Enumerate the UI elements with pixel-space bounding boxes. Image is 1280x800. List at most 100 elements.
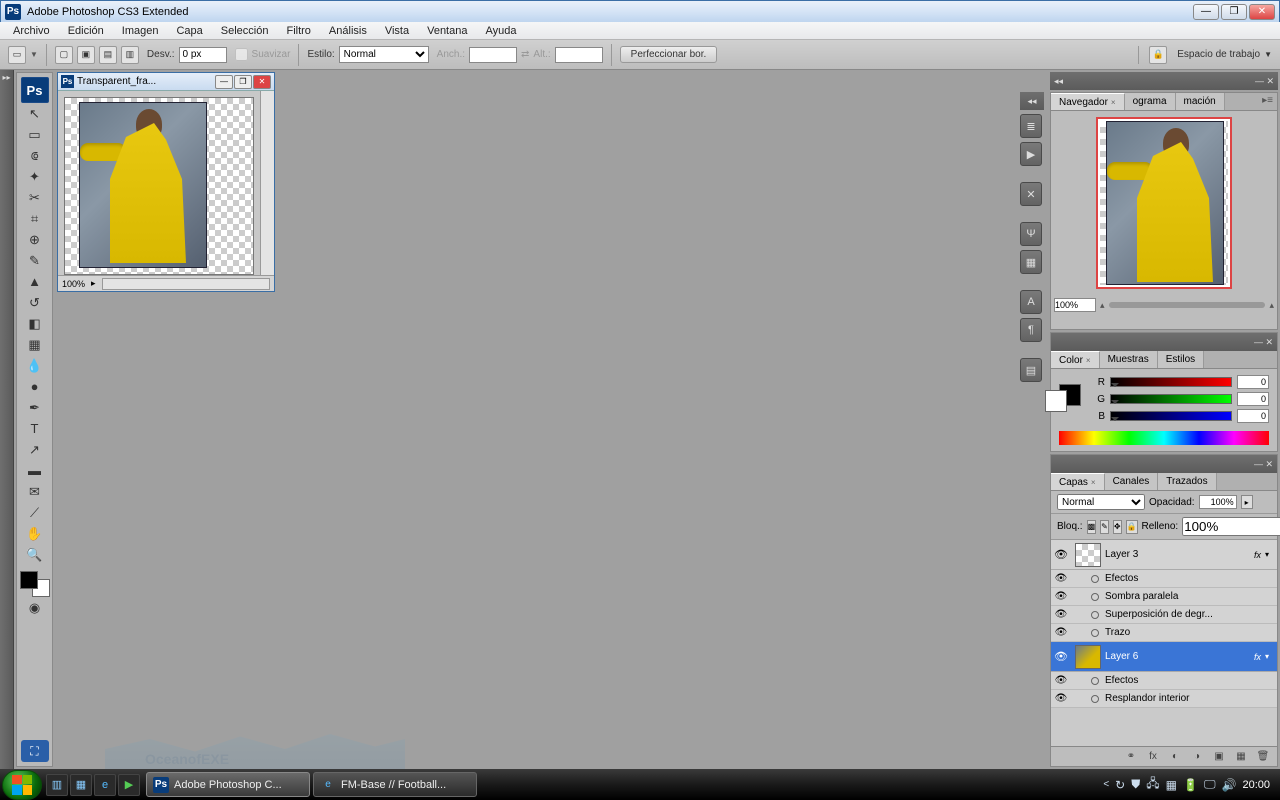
layer-mask-icon[interactable]: ◐ bbox=[1167, 750, 1183, 764]
new-layer-icon[interactable]: ▦ bbox=[1233, 750, 1249, 764]
fill-input[interactable] bbox=[1182, 517, 1280, 536]
tray-app-icon[interactable]: ▦ bbox=[1166, 778, 1177, 792]
tray-display-icon[interactable]: 🖵 bbox=[1204, 777, 1216, 792]
refine-edge-button[interactable]: Perfeccionar bor. bbox=[620, 46, 718, 63]
tab-color[interactable]: Color× bbox=[1051, 351, 1100, 368]
effect-row[interactable]: 👁Efectos bbox=[1051, 570, 1277, 588]
switch-windows-icon[interactable]: ▦ bbox=[70, 774, 92, 796]
lock-workspace-icon[interactable]: 🔒 bbox=[1149, 46, 1167, 64]
tab-info[interactable]: mación bbox=[1176, 93, 1225, 110]
dodge-tool-icon[interactable]: ● bbox=[21, 376, 49, 397]
vertical-scrollbar[interactable] bbox=[260, 91, 274, 275]
dropdown-icon[interactable]: ▼ bbox=[30, 50, 38, 59]
b-slider[interactable] bbox=[1110, 411, 1232, 421]
effect-row[interactable]: 👁Sombra paralela bbox=[1051, 588, 1277, 606]
layer-thumbnail[interactable] bbox=[1075, 645, 1101, 669]
history-brush-tool-icon[interactable]: ↺ bbox=[21, 292, 49, 313]
menu-filtro[interactable]: Filtro bbox=[279, 24, 317, 38]
menu-archivo[interactable]: Archivo bbox=[6, 24, 57, 38]
tool-presets-panel-icon[interactable]: ✕ bbox=[1020, 182, 1042, 206]
tray-volume-icon[interactable]: 🔊 bbox=[1222, 778, 1237, 792]
maximize-button[interactable]: ❐ bbox=[1221, 4, 1247, 20]
visibility-toggle-icon[interactable]: 👁 bbox=[1051, 609, 1071, 620]
tray-expand-icon[interactable]: < bbox=[1103, 779, 1109, 790]
taskbar-app-photoshop[interactable]: Ps Adobe Photoshop C... bbox=[146, 772, 310, 797]
visibility-toggle-icon[interactable]: 👁 bbox=[1051, 675, 1071, 686]
stamp-tool-icon[interactable]: ▲ bbox=[21, 271, 49, 292]
close-button[interactable]: ✕ bbox=[1249, 4, 1275, 20]
healing-brush-tool-icon[interactable]: ⊕ bbox=[21, 229, 49, 250]
visibility-toggle-icon[interactable]: 👁 bbox=[1051, 573, 1071, 584]
feather-input[interactable] bbox=[179, 47, 227, 63]
crop-tool-icon[interactable]: ✂ bbox=[21, 187, 49, 208]
menu-vista[interactable]: Vista bbox=[378, 24, 416, 38]
zoom-out-icon[interactable]: ▴ bbox=[1100, 300, 1105, 311]
tab-channels[interactable]: Canales bbox=[1105, 473, 1159, 490]
minimize-button[interactable]: — bbox=[1193, 4, 1219, 20]
effect-row[interactable]: 👁Efectos bbox=[1051, 672, 1277, 690]
actions-panel-icon[interactable]: ▶ bbox=[1020, 142, 1042, 166]
eyedropper-tool-icon[interactable]: ⟋ bbox=[21, 502, 49, 523]
magic-wand-tool-icon[interactable]: ✦ bbox=[21, 166, 49, 187]
pen-tool-icon[interactable]: ✒ bbox=[21, 397, 49, 418]
tab-swatches[interactable]: Muestras bbox=[1100, 351, 1158, 368]
tab-histogram[interactable]: ograma bbox=[1125, 93, 1176, 110]
effect-row[interactable]: 👁Trazo bbox=[1051, 624, 1277, 642]
eraser-tool-icon[interactable]: ◧ bbox=[21, 313, 49, 334]
character-panel-icon[interactable]: A bbox=[1020, 290, 1042, 314]
menu-capa[interactable]: Capa bbox=[169, 24, 209, 38]
info-icon[interactable]: ▸ bbox=[91, 278, 96, 289]
layer-row[interactable]: 👁 Layer 3 fx ▾ bbox=[1051, 540, 1277, 570]
new-group-icon[interactable]: ▣ bbox=[1211, 750, 1227, 764]
r-slider[interactable] bbox=[1110, 377, 1232, 387]
link-layers-icon[interactable]: ⚭ bbox=[1123, 750, 1139, 764]
layer-thumbnail[interactable] bbox=[1075, 543, 1101, 567]
toolbox-dock-tab[interactable]: ▸▸ bbox=[0, 70, 14, 769]
visibility-toggle-icon[interactable]: 👁 bbox=[1051, 627, 1071, 638]
menu-analisis[interactable]: Análisis bbox=[322, 24, 374, 38]
tab-navigator[interactable]: Navegador× bbox=[1051, 93, 1125, 110]
quickmask-tool-icon[interactable]: ◉ bbox=[21, 597, 49, 618]
g-slider[interactable] bbox=[1110, 394, 1232, 404]
history-panel-icon[interactable]: ≣ bbox=[1020, 114, 1042, 138]
blur-tool-icon[interactable]: 💧 bbox=[21, 355, 49, 376]
doc-close-button[interactable]: ✕ bbox=[253, 75, 271, 89]
color-swatches[interactable] bbox=[20, 571, 50, 597]
workspace-menu[interactable]: Espacio de trabajo ▼ bbox=[1177, 49, 1272, 60]
menu-ayuda[interactable]: Ayuda bbox=[478, 24, 523, 38]
show-desktop-icon[interactable]: ▥ bbox=[46, 774, 68, 796]
paragraph-panel-icon[interactable]: ¶ bbox=[1020, 318, 1042, 342]
shape-tool-icon[interactable]: ▬ bbox=[21, 460, 49, 481]
type-tool-icon[interactable]: T bbox=[21, 418, 49, 439]
visibility-toggle-icon[interactable]: 👁 bbox=[1051, 693, 1071, 704]
marquee-tool-preset-icon[interactable]: ▭ bbox=[8, 46, 26, 64]
layers-panel-handle[interactable]: — ✕ bbox=[1051, 455, 1277, 473]
blend-mode-select[interactable]: Normal bbox=[1057, 494, 1145, 510]
color-spectrum[interactable] bbox=[1059, 431, 1269, 445]
visibility-toggle-icon[interactable]: 👁 bbox=[1051, 548, 1071, 561]
menu-edicion[interactable]: Edición bbox=[61, 24, 111, 38]
doc-minimize-button[interactable]: — bbox=[215, 75, 233, 89]
expand-icon[interactable]: ▾ bbox=[1265, 652, 1277, 661]
fx-badge[interactable]: fx bbox=[1254, 550, 1261, 560]
hand-tool-icon[interactable]: ✋ bbox=[21, 523, 49, 544]
tab-layers[interactable]: Capas× bbox=[1051, 473, 1105, 490]
lock-pixels-icon[interactable]: ✎ bbox=[1100, 520, 1109, 534]
start-button[interactable] bbox=[2, 770, 42, 800]
layer-row[interactable]: 👁 Layer 6 fx ▾ bbox=[1051, 642, 1277, 672]
app-logo-tool[interactable]: Ps bbox=[21, 77, 49, 103]
style-select[interactable]: Normal bbox=[339, 46, 429, 63]
lasso-tool-icon[interactable]: ⟃ bbox=[21, 145, 49, 166]
lock-all-icon[interactable]: 🔒 bbox=[1126, 520, 1138, 534]
gradient-tool-icon[interactable]: ▦ bbox=[21, 334, 49, 355]
tray-refresh-icon[interactable]: ↻ bbox=[1115, 778, 1125, 792]
opacity-arrow-icon[interactable]: ▸ bbox=[1241, 495, 1253, 509]
delete-layer-icon[interactable]: 🗑 bbox=[1255, 750, 1271, 764]
document-titlebar[interactable]: Ps Transparent_fra... — ❐ ✕ bbox=[58, 73, 274, 91]
bg-color-swatch[interactable] bbox=[1045, 390, 1067, 412]
visibility-toggle-icon[interactable]: 👁 bbox=[1051, 650, 1071, 663]
select-new-icon[interactable]: ▢ bbox=[55, 46, 73, 64]
document-zoom[interactable]: 100% bbox=[62, 279, 85, 289]
slice-tool-icon[interactable]: ⌗ bbox=[21, 208, 49, 229]
notes-tool-icon[interactable]: ✉ bbox=[21, 481, 49, 502]
